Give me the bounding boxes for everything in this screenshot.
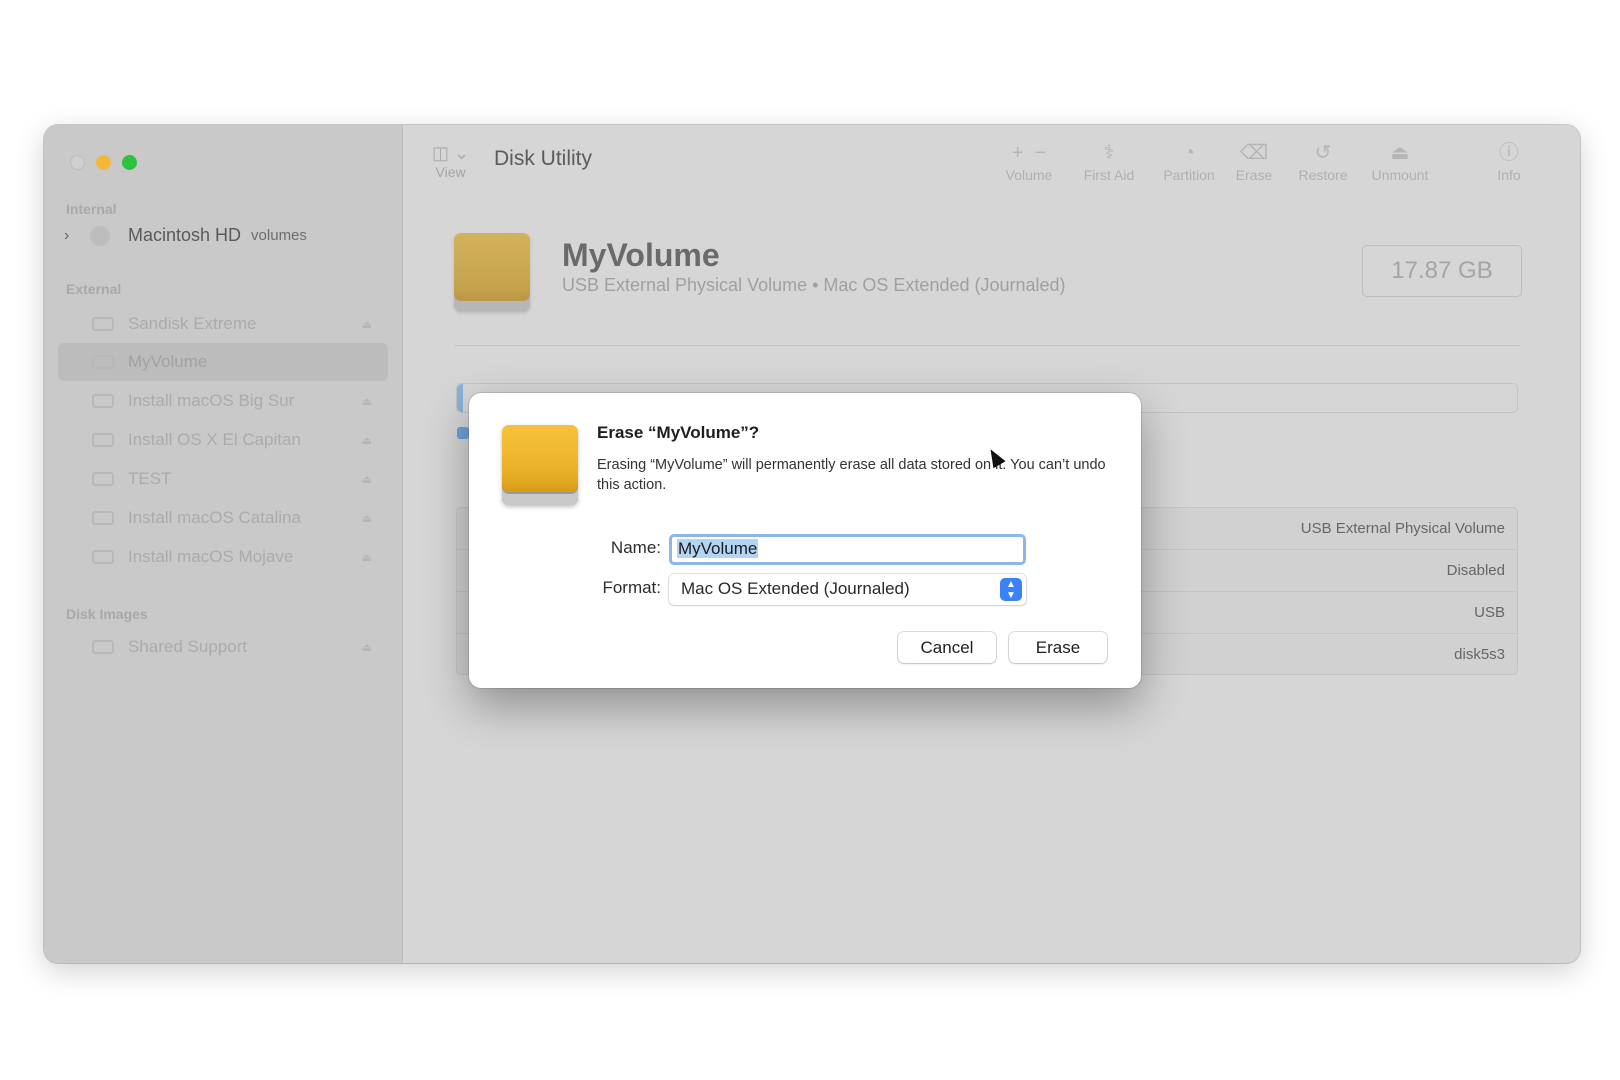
sidebar-item-install-os-x-el-capitan[interactable]: Install OS X El Capitan ⏏ [58,421,388,459]
window-title: Disk Utility [494,147,592,170]
external-drive-icon [92,355,114,369]
info-label: Info [1497,167,1521,183]
info-icon: ⓘ [1499,142,1519,164]
disclosure-chevron-icon[interactable]: › [64,227,90,245]
unmount-button[interactable]: ⏏ Unmount [1360,139,1440,183]
external-drive-icon [502,425,578,505]
view-button[interactable]: ◫ ⌄ View [432,143,469,180]
sidebar-item-label: Shared Support [128,637,248,656]
volume-label: Volume [1005,167,1053,183]
sidebar-toggle-icon: ◫ ⌄ [432,143,470,163]
toolbar: ◫ ⌄ View Disk Utility + − Volume ⚕ First… [402,125,1580,205]
restore-label: Restore [1298,167,1348,183]
sidebar-item-label: Macintosh HD [128,225,242,245]
sidebar-section-internal: Internal [66,201,117,217]
dialog-title: Erase “MyVolume”? [597,423,760,442]
erase-button[interactable]: Erase [1009,632,1107,663]
eject-icon[interactable]: ⏏ [362,473,372,486]
unmount-label: Unmount [1371,167,1429,183]
volume-name: MyVolume [562,237,720,273]
name-field-value: MyVolume [677,539,759,558]
sidebar-item-label: Install macOS Big Sur [128,391,295,410]
name-label: Name: [610,538,661,557]
eject-icon[interactable]: ⏏ [362,641,372,654]
volume-size-badge: 17.87 GB [1362,245,1522,297]
sidebar-item-sublabel: volumes [251,227,307,244]
volume-button[interactable]: + − Volume [994,139,1064,183]
stethoscope-icon: ⚕ [1103,142,1115,164]
first-aid-label: First Aid [1083,167,1135,183]
info-row-value: USB External Physical Volume [1300,520,1505,537]
sidebar-item-macintosh-hd[interactable]: › Macintosh HD volumes [64,225,307,246]
sidebar-section-disk-images: Disk Images [66,606,148,622]
external-drive-icon [92,472,114,486]
external-drive-icon [92,317,114,331]
sidebar-item-label: Sandisk Extreme [128,314,257,333]
erase-toolbar-button[interactable]: ⌫ Erase [1224,139,1284,183]
cancel-button[interactable]: Cancel [898,632,996,663]
unmount-icon: ⏏ [1390,142,1410,164]
first-aid-button[interactable]: ⚕ First Aid [1074,139,1144,183]
restore-arrow-icon: ↺ [1314,142,1332,164]
sidebar-item-myvolume[interactable]: MyVolume [58,343,388,381]
sidebar-item-label: Install macOS Mojave [128,547,294,566]
info-button[interactable]: ⓘ Info [1484,139,1534,183]
divider [454,345,1520,346]
sidebar-item-install-macos-mojave[interactable]: Install macOS Mojave ⏏ [58,538,388,576]
dialog-message: Erasing “MyVolume” will permanently eras… [597,457,1106,493]
sidebar: Internal › Macintosh HD volumes External… [44,125,403,963]
usage-bar-fill [457,384,463,412]
internal-disk-icon [90,225,110,246]
sidebar-item-label: Install macOS Catalina [128,508,301,527]
info-row-value: Disabled [1446,562,1505,579]
eject-icon[interactable]: ⏏ [362,395,372,408]
volume-description: USB External Physical Volume • Mac OS Ex… [562,275,1066,295]
sidebar-item-label: MyVolume [128,352,208,371]
format-select[interactable]: Mac OS Extended (Journaled) ▲ ▼ [669,574,1026,605]
view-label: View [435,164,466,180]
format-label: Format: [602,578,661,597]
partition-button[interactable]: ◔ Partition [1154,139,1224,183]
disk-image-icon [92,640,114,654]
partition-pie-icon: ◔ [1182,142,1196,164]
external-drive-icon [92,433,114,447]
external-drive-icon [92,550,114,564]
sidebar-section-external: External [66,281,122,297]
info-row-value: disk5s3 [1454,646,1505,663]
volume-drive-icon [454,233,530,311]
erase-dialog: Erase “MyVolume”? Erasing “MyVolume” wil… [469,393,1141,688]
erase-drive-icon: ⌫ [1239,142,1269,164]
zoom-window-button[interactable] [122,155,137,170]
sidebar-item-sandisk-extreme[interactable]: Sandisk Extreme ⏏ [58,305,388,343]
plus-minus-icon: + − [1011,142,1047,164]
sidebar-item-label: Install OS X El Capitan [128,430,301,449]
sidebar-item-label: TEST [128,469,172,488]
info-row-value: USB [1474,604,1505,621]
minimize-window-button[interactable] [96,155,111,170]
sidebar-item-test[interactable]: TEST ⏏ [58,460,388,498]
sidebar-item-install-macos-catalina[interactable]: Install macOS Catalina ⏏ [58,499,388,537]
select-stepper-icon: ▲ ▼ [1000,578,1022,601]
sidebar-item-install-macos-big-sur[interactable]: Install macOS Big Sur ⏏ [58,382,388,420]
close-window-button[interactable] [70,155,85,170]
external-drive-icon [92,511,114,525]
sidebar-item-shared-support[interactable]: Shared Support ⏏ [58,628,388,666]
eject-icon[interactable]: ⏏ [362,434,372,447]
usage-legend-swatch [457,427,469,439]
format-select-value: Mac OS Extended (Journaled) [681,579,910,598]
restore-button[interactable]: ↺ Restore [1288,139,1358,183]
partition-label: Partition [1163,167,1215,183]
eject-icon[interactable]: ⏏ [362,551,372,564]
eject-icon[interactable]: ⏏ [362,512,372,525]
name-field[interactable]: MyVolume [669,534,1026,565]
eject-icon[interactable]: ⏏ [362,318,372,331]
erase-toolbar-label: Erase [1235,167,1273,183]
window-controls [70,155,137,170]
external-drive-icon [92,394,114,408]
